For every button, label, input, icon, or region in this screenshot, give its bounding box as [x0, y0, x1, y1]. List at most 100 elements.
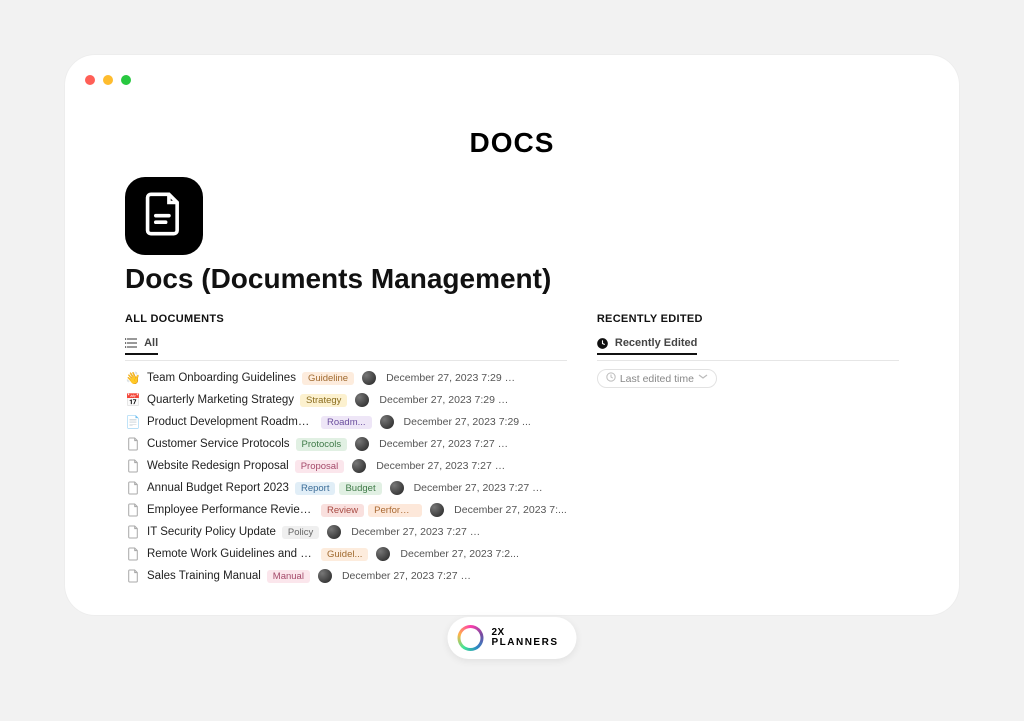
doc-tag[interactable]: Policy [282, 526, 319, 539]
page-icon[interactable] [125, 177, 203, 255]
tab-recently-edited[interactable]: Recently Edited [597, 337, 698, 355]
doc-tags: Manual [267, 570, 310, 583]
close-window-button[interactable] [85, 75, 95, 85]
document-icon [143, 191, 185, 242]
doc-tag[interactable]: Review [321, 504, 364, 517]
doc-title: Remote Work Guidelines and Best Pr... [147, 548, 315, 560]
doc-tag[interactable]: Proposal [295, 460, 345, 473]
document-row[interactable]: Employee Performance Review... Review Perf… [125, 499, 567, 521]
recent-view-tabs: Recently Edited [597, 333, 899, 361]
author-avatar[interactable] [318, 569, 332, 583]
doc-tags: Guideline [302, 372, 354, 385]
doc-emoji-icon: 👋 [125, 371, 141, 385]
top-heading: DOCS [65, 127, 959, 159]
brand-badge[interactable]: 2X PLANNERS [447, 617, 576, 659]
doc-tags: Proposal [295, 460, 345, 473]
doc-date: December 27, 2023 7:29 PM [386, 372, 518, 384]
doc-title: Employee Performance Review... [147, 504, 315, 516]
author-avatar[interactable] [352, 459, 366, 473]
doc-title: Quarterly Marketing Strategy [147, 394, 294, 406]
doc-date: December 27, 2023 7:27 PM [414, 482, 546, 494]
doc-date: December 27, 2023 7:27 PM [379, 438, 511, 450]
file-icon [125, 437, 141, 451]
document-row[interactable]: Annual Budget Report 2023 ReportBudget Dec… [125, 477, 567, 499]
doc-date: December 27, 2023 7:27 PM [351, 526, 483, 538]
recently-edited-heading: RECENTLY EDITED [597, 313, 899, 325]
doc-date: December 27, 2023 7:2... [400, 548, 519, 560]
minimize-window-button[interactable] [103, 75, 113, 85]
doc-tags: Review Performan [321, 504, 422, 517]
doc-tags: ReportBudget [295, 482, 382, 495]
doc-tag[interactable]: Manual [267, 570, 310, 583]
document-row[interactable]: Remote Work Guidelines and Best Pr... Gui… [125, 543, 567, 565]
document-list: 👋 Team Onboarding Guidelines Guideline Dece… [125, 367, 567, 587]
doc-date: December 27, 2023 7:29 PM [379, 394, 511, 406]
document-row[interactable]: IT Security Policy Update Policy December … [125, 521, 567, 543]
doc-title: Team Onboarding Guidelines [147, 372, 296, 384]
doc-title: Annual Budget Report 2023 [147, 482, 289, 494]
clock-outline-icon [606, 372, 616, 385]
maximize-window-button[interactable] [121, 75, 131, 85]
page-title: Docs (Documents Management) [125, 263, 959, 295]
window-controls [85, 75, 131, 85]
doc-tags: Strategy [300, 394, 347, 407]
doc-title: Product Development Roadmap 2... [147, 416, 315, 428]
doc-title: Website Redesign Proposal [147, 460, 289, 472]
doc-tag[interactable]: Protocols [296, 438, 348, 451]
app-window: DOCS Docs (Documents Management) ALL DOC… [65, 55, 959, 615]
sort-label: Last edited time [620, 373, 694, 385]
doc-date: December 27, 2023 7:... [454, 504, 567, 516]
chevron-down-icon [698, 372, 708, 385]
doc-tags: Guidel... [321, 548, 368, 561]
file-icon [125, 481, 141, 495]
author-avatar[interactable] [327, 525, 341, 539]
doc-tag[interactable]: Report [295, 482, 336, 495]
doc-tag[interactable]: Budget [339, 482, 381, 495]
doc-title: Customer Service Protocols [147, 438, 290, 450]
file-icon [125, 569, 141, 583]
document-row[interactable]: 📄 Product Development Roadmap 2... Roadm..… [125, 411, 567, 433]
view-tabs: All [125, 333, 567, 361]
author-avatar[interactable] [380, 415, 394, 429]
author-avatar[interactable] [390, 481, 404, 495]
sort-by-pill[interactable]: Last edited time [597, 369, 717, 388]
author-avatar[interactable] [362, 371, 376, 385]
clock-icon [597, 338, 608, 349]
doc-title: Sales Training Manual [147, 570, 261, 582]
document-row[interactable]: 📅Quarterly Marketing StrategyStrategyDec… [125, 389, 567, 411]
all-documents-heading: ALL DOCUMENTS [125, 313, 567, 325]
doc-tag[interactable]: Guideline [302, 372, 354, 385]
tab-recently-edited-label: Recently Edited [615, 337, 698, 349]
tab-all-label: All [144, 337, 158, 349]
author-avatar[interactable] [355, 437, 369, 451]
document-row[interactable]: 👋 Team Onboarding Guidelines Guideline Dece… [125, 367, 567, 389]
document-row[interactable]: Customer Service Protocols Protocols Decem… [125, 433, 567, 455]
brand-text: 2X PLANNERS [491, 628, 558, 648]
doc-tags: Policy [282, 526, 319, 539]
brand-logo-icon [457, 625, 483, 651]
document-row[interactable]: Website Redesign Proposal Proposal Decembe… [125, 455, 567, 477]
author-avatar[interactable] [430, 503, 444, 517]
file-icon [125, 547, 141, 561]
list-icon [125, 338, 137, 348]
doc-tag[interactable]: Strategy [300, 394, 347, 407]
doc-date: December 27, 2023 7:29 ... [404, 416, 531, 428]
doc-tag[interactable]: Guidel... [321, 548, 368, 561]
doc-title: IT Security Policy Update [147, 526, 276, 538]
doc-tags: Protocols [296, 438, 348, 451]
doc-emoji-icon: 📄 [125, 415, 141, 429]
doc-date: December 27, 2023 7:27 PM [376, 460, 508, 472]
file-icon [125, 459, 141, 473]
doc-tag[interactable]: Roadm... [321, 416, 372, 429]
all-documents-panel: ALL DOCUMENTS All 👋 Team Onboarding Guide… [125, 313, 567, 587]
file-icon [125, 503, 141, 517]
doc-date: December 27, 2023 7:27 PM [342, 570, 474, 582]
doc-tag[interactable]: Performan [368, 504, 422, 517]
doc-tags: Roadm... [321, 416, 372, 429]
tab-all[interactable]: All [125, 337, 158, 355]
author-avatar[interactable] [355, 393, 369, 407]
recently-edited-panel: RECENTLY EDITED Recently Edited Last edi… [597, 313, 899, 587]
author-avatar[interactable] [376, 547, 390, 561]
document-row[interactable]: Sales Training Manual Manual December 27, … [125, 565, 567, 587]
file-icon [125, 525, 141, 539]
